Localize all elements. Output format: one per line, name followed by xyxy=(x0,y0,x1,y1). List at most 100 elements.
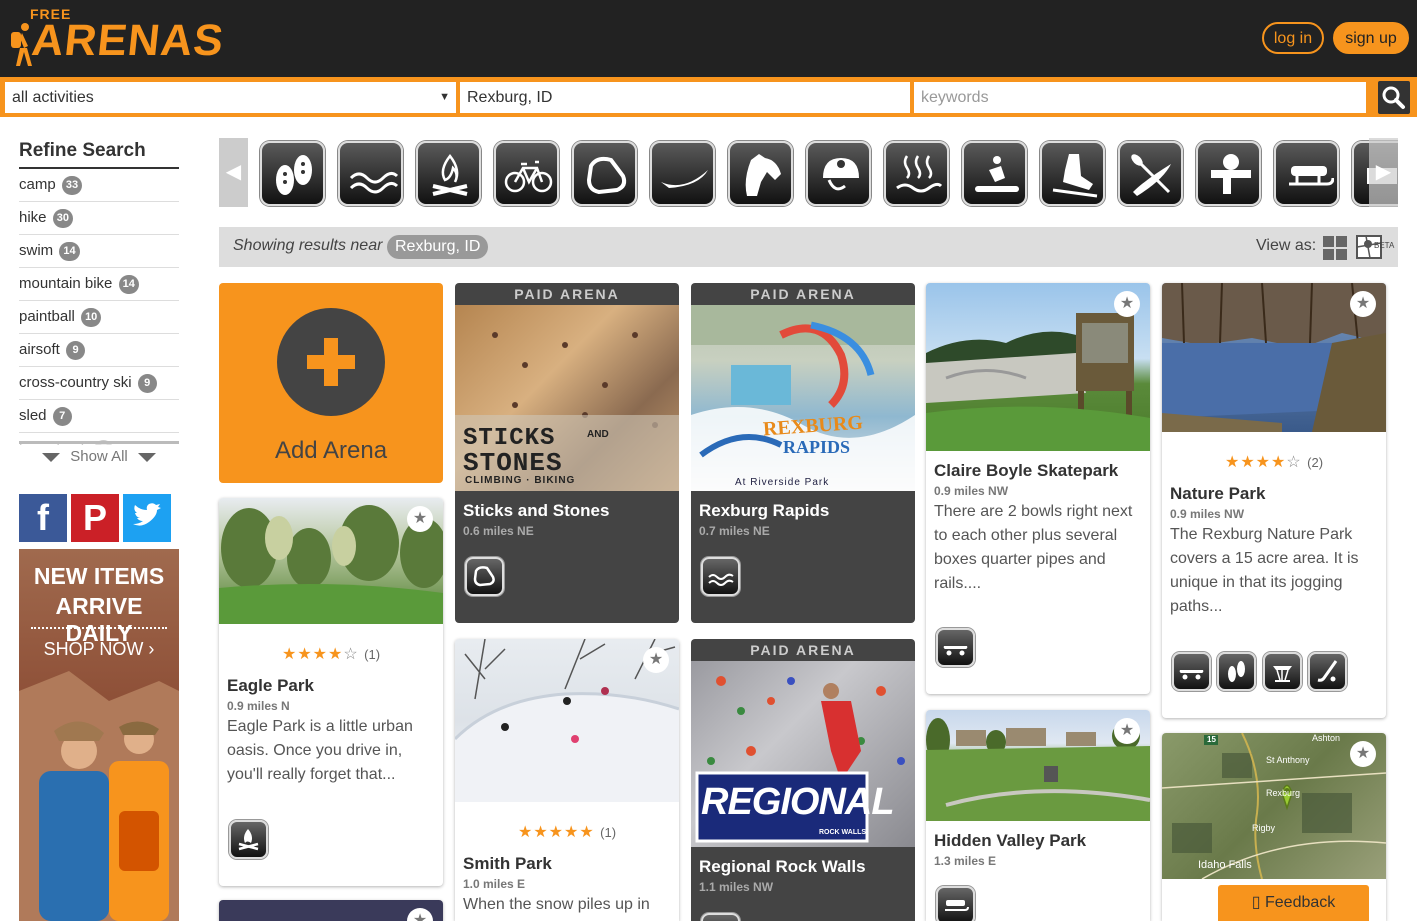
star-icon: ★ xyxy=(412,510,428,527)
feedback-icon: ▯ xyxy=(1251,894,1261,911)
add-arena-label: Add Arena xyxy=(274,437,388,464)
refine-item-sled[interactable]: sled 7 xyxy=(19,400,179,433)
arena-activity-icons xyxy=(229,820,270,864)
arena-card-regional-rock-walls[interactable]: PAID ARENA REGIONAL ROCK WALLS Regional … xyxy=(691,639,915,921)
activity-swim-icon[interactable] xyxy=(338,141,403,206)
sticks-logo-line3: CLIMBING · BIKING xyxy=(465,475,576,486)
star-icon: ★ xyxy=(648,651,664,668)
refine-item-camp[interactable]: camp 33 xyxy=(19,169,179,202)
refine-item-swim[interactable]: swim 14 xyxy=(19,235,179,268)
arena-title: Rexburg Rapids xyxy=(699,501,830,520)
arena-title: Regional Rock Walls xyxy=(699,857,866,876)
arena-distance: 1.1 miles NW xyxy=(699,880,774,894)
strip-next-button[interactable]: ▶ xyxy=(1369,138,1398,207)
star-rating: ★★★★★ (1) xyxy=(455,822,679,842)
rating-count: (2) xyxy=(1307,455,1324,470)
show-all-toggle[interactable]: Show All xyxy=(19,441,179,465)
favorite-star-button[interactable]: ★ xyxy=(407,506,433,532)
arena-card-partial[interactable]: ★ xyxy=(219,900,443,921)
pinterest-icon[interactable]: P xyxy=(71,494,119,542)
refine-item-airsoft[interactable]: airsoft 9 xyxy=(19,334,179,367)
favorite-star-button[interactable]: ★ xyxy=(1350,741,1376,767)
star-icon: ★ xyxy=(1119,295,1135,312)
count-badge: 30 xyxy=(52,208,73,228)
arena-distance: 0.9 miles N xyxy=(227,699,290,713)
ad-banner[interactable]: NEW ITEMS ARRIVE DAILY SHOP NOW › xyxy=(19,549,179,921)
signup-button[interactable]: sign up xyxy=(1333,22,1409,54)
arena-card-rexburg-rapids[interactable]: PAID ARENA REXBURG RAPIDS At Riverside P… xyxy=(691,283,915,623)
free-arenas-logo[interactable]: FREE ARENAS xyxy=(8,6,226,70)
arena-card-sticks-and-stones[interactable]: PAID ARENA STICKS AND STONES CLIMBING · … xyxy=(455,283,679,623)
view-as-label: View as: xyxy=(1256,237,1317,254)
activity-hike-icon[interactable] xyxy=(260,141,325,206)
arena-activity-icons xyxy=(936,628,977,672)
arena-card-smith-park[interactable]: ★ ★★★★★ (1) Smith Park 1.0 miles E When … xyxy=(455,639,679,921)
map-label-rexburg: Rexburg xyxy=(1266,788,1301,798)
activity-canoe-icon[interactable] xyxy=(650,141,715,206)
count-badge: 14 xyxy=(118,274,139,294)
activity-horseback-icon[interactable] xyxy=(728,141,793,206)
map-label-ashton: Ashton xyxy=(1312,733,1341,743)
star-rating: ★★★★☆ (2) xyxy=(1162,452,1386,472)
activity-kayak-icon[interactable] xyxy=(1118,141,1183,206)
login-button[interactable]: log in xyxy=(1262,22,1324,54)
ad-shop-now: SHOP NOW › xyxy=(43,639,155,659)
activity-climb-icon[interactable] xyxy=(572,141,637,206)
map-label-st-anthony: St Anthony xyxy=(1266,755,1310,765)
refine-item-paintball[interactable]: paintball 10 xyxy=(19,301,179,334)
search-button[interactable] xyxy=(1378,81,1410,114)
keywords-input[interactable]: keywords xyxy=(914,82,1366,113)
favorite-star-button[interactable]: ★ xyxy=(1114,718,1140,744)
arena-photo: ★ xyxy=(219,498,443,624)
activity-snowboard-icon[interactable] xyxy=(962,141,1027,206)
paid-arena-label: PAID ARENA xyxy=(750,286,856,302)
arena-activity-icons xyxy=(1172,652,1349,696)
arena-photo: REGIONAL ROCK WALLS xyxy=(691,661,915,847)
refine-search-sidebar: Refine Search camp 33 hike 30 swim 14 mo… xyxy=(19,140,179,465)
rating-stars: ★★★★☆ xyxy=(1224,454,1302,471)
activity-paintball-icon[interactable] xyxy=(1196,141,1261,206)
facebook-icon[interactable]: f xyxy=(19,494,67,542)
sticks-logo-line2: STONES xyxy=(463,448,563,478)
arena-title: Smith Park xyxy=(463,854,552,873)
activity-select[interactable]: all activities ▼ xyxy=(5,82,456,113)
activity-camp-icon[interactable] xyxy=(416,141,481,206)
social-links: f P xyxy=(19,494,179,542)
favorite-star-button[interactable]: ★ xyxy=(1114,291,1140,317)
activity-hot-springs-icon[interactable] xyxy=(884,141,949,206)
add-arena-card[interactable]: Add Arena xyxy=(219,283,443,483)
favorite-star-button[interactable]: ★ xyxy=(407,908,433,921)
favorite-star-button[interactable]: ★ xyxy=(643,647,669,673)
arena-photo: ★ xyxy=(926,283,1150,451)
arena-card-claire-boyle-skatepark[interactable]: ★ Claire Boyle Skatepark 0.9 miles NW Th… xyxy=(926,283,1150,694)
grid-view-icon[interactable] xyxy=(1323,236,1347,260)
location-input[interactable]: Rexburg, ID xyxy=(460,82,910,113)
search-bar: all activities ▼ Rexburg, ID keywords xyxy=(0,77,1417,117)
hikers-illustration xyxy=(19,671,179,921)
map-label-rigby: Rigby xyxy=(1252,823,1276,833)
activity-mountain-bike-icon[interactable] xyxy=(494,141,559,206)
search-icon xyxy=(1382,86,1405,109)
twitter-bird-icon xyxy=(133,503,161,526)
arena-card-nature-park[interactable]: ★ ★★★★☆ (2) Nature Park 0.9 miles NW The… xyxy=(1162,283,1386,718)
hockey-icon xyxy=(1308,652,1348,691)
arena-photo: STICKS AND STONES CLIMBING · BIKING xyxy=(455,305,679,491)
strip-prev-button[interactable]: ◀ xyxy=(219,138,248,207)
satellite-map[interactable]: 15 Ashton St Anthony Rexburg Rigby Idaho… xyxy=(1162,733,1386,879)
disc-golf-icon xyxy=(1262,652,1302,691)
refine-item-hike[interactable]: hike 30 xyxy=(19,202,179,235)
activity-icon-strip: ◀ ▶ xyxy=(219,138,1398,207)
refine-item-cross-country-ski[interactable]: cross-country ski 9 xyxy=(19,367,179,400)
activity-sled-icon[interactable] xyxy=(1274,141,1339,206)
favorite-star-button[interactable]: ★ xyxy=(1350,291,1376,317)
refine-item-mountain-bike[interactable]: mountain bike 14 xyxy=(19,268,179,301)
arena-distance: 1.3 miles E xyxy=(934,854,997,868)
activity-caving-icon[interactable] xyxy=(806,141,871,206)
arena-card-hidden-valley-park[interactable]: ★ Hidden Valley Park 1.3 miles E xyxy=(926,710,1150,921)
arena-card-eagle-park[interactable]: ★ ★★★★☆ (1) Eagle Park 0.9 miles N Eagle… xyxy=(219,498,443,886)
twitter-icon[interactable] xyxy=(123,494,171,542)
feedback-button[interactable]: ▯ Feedback xyxy=(1218,885,1369,921)
activity-ski-icon[interactable] xyxy=(1040,141,1105,206)
arena-title: Hidden Valley Park xyxy=(934,831,1087,850)
logo-arenas-text: ARENAS xyxy=(29,16,227,65)
